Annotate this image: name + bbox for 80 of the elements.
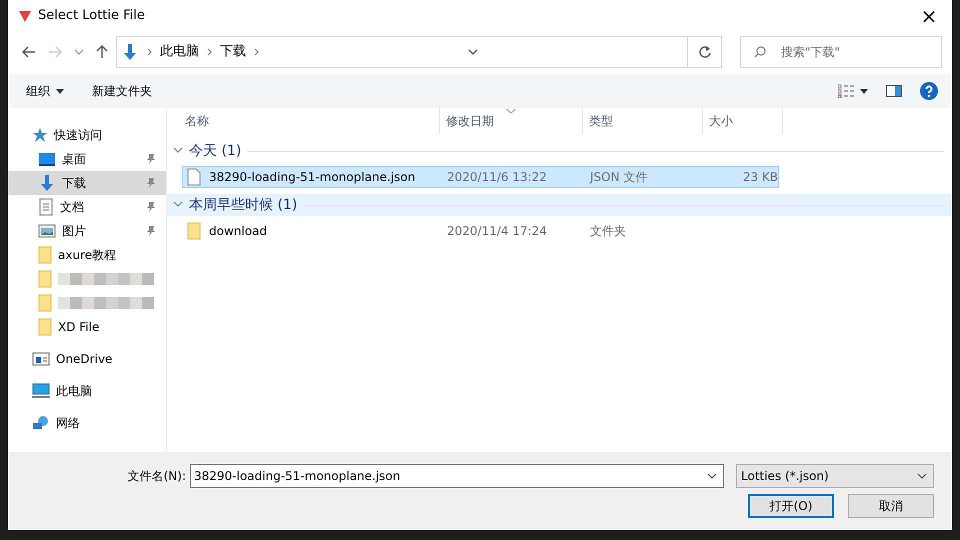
- sidebar-item[interactable]: OneDrive: [8, 347, 166, 371]
- chevron-icon: [254, 48, 259, 56]
- sidebar-item[interactable]: 快速访问: [8, 123, 166, 147]
- sidebar-item[interactable]: 此电脑: [8, 379, 166, 403]
- details-view-icon: [838, 84, 854, 98]
- modified-date: 2020/11/4 17:24: [447, 224, 547, 238]
- close-button[interactable]: ×: [906, 0, 952, 32]
- group-header[interactable]: 本周早些时候 (1): [167, 194, 952, 216]
- download-arrow-icon: [121, 43, 139, 61]
- chevron-down-icon: [707, 473, 717, 479]
- folder-icon: [187, 222, 201, 240]
- pin-icon: [146, 225, 156, 237]
- address-bar[interactable]: 此电脑 下载: [116, 36, 722, 68]
- group-title: 今天 (1): [189, 142, 242, 160]
- app-icon: [18, 9, 32, 23]
- search-icon: [754, 46, 766, 58]
- onedrive-window-icon: [32, 351, 50, 367]
- back-arrow-icon: [22, 46, 36, 58]
- file-type: 文件夹: [590, 224, 626, 238]
- forward-arrow-icon: [48, 46, 62, 58]
- breadcrumb[interactable]: 此电脑: [160, 42, 199, 62]
- cancel-button[interactable]: 取消: [848, 494, 934, 518]
- group-title: 本周早些时候 (1): [189, 196, 298, 214]
- file-size: 23 KB: [742, 170, 778, 184]
- sort-caret-icon: [506, 109, 516, 114]
- up-arrow-icon: [96, 45, 108, 59]
- chevron-down-icon: [173, 147, 183, 155]
- desktop-icon: [38, 152, 56, 166]
- filename-field[interactable]: 38290-loading-51-monoplane.json: [190, 464, 724, 488]
- file-name: download: [209, 223, 268, 240]
- breadcrumb[interactable]: 下载: [220, 42, 246, 62]
- sidebar-item[interactable]: XD File: [8, 315, 166, 339]
- chevron-down-icon: [468, 49, 478, 55]
- chevron-down-icon: [74, 49, 84, 55]
- column-header[interactable]: 大小: [703, 108, 783, 134]
- chevron-down-icon: [173, 201, 183, 209]
- group-header[interactable]: 今天 (1): [167, 140, 952, 162]
- refresh-icon: [698, 45, 712, 59]
- organize-button[interactable]: 组织: [26, 82, 64, 100]
- computer-icon: [32, 383, 50, 399]
- window-title: Select Lottie File: [38, 7, 145, 26]
- sidebar-item[interactable]: 图片: [8, 219, 166, 243]
- pin-star-icon: [32, 127, 48, 143]
- file-row[interactable]: 38290-loading-51-monoplane.json 2020/11/6 13:22 JSON 文件 23 KB: [182, 166, 779, 188]
- pin-icon: [146, 177, 156, 189]
- chevron-down-icon: [917, 473, 927, 479]
- sidebar-item[interactable]: 网络: [8, 411, 166, 435]
- file-type-dropdown[interactable]: Lotties (*.json): [736, 464, 934, 488]
- sidebar-item[interactable]: 下载: [8, 171, 166, 195]
- view-menu-button[interactable]: [838, 84, 868, 98]
- column-header[interactable]: 类型: [583, 108, 703, 134]
- preview-pane-icon[interactable]: [886, 85, 902, 97]
- column-header[interactable]: 修改日期: [440, 108, 583, 134]
- file-type: JSON 文件: [590, 170, 648, 184]
- search-field[interactable]: 搜索"下载": [740, 36, 942, 68]
- sidebar-item[interactable]: 桌面: [8, 147, 166, 171]
- column-header[interactable]: 名称: [167, 108, 440, 134]
- chevron-icon: [207, 48, 212, 56]
- pin-icon: [146, 201, 156, 213]
- help-icon[interactable]: [920, 82, 938, 100]
- new-folder-button[interactable]: 新建文件夹: [92, 82, 152, 100]
- document-icon: [38, 198, 54, 216]
- sidebar-item[interactable]: 文档: [8, 195, 166, 219]
- sidebar-item[interactable]: axure教程: [8, 243, 166, 267]
- folder-icon: [38, 318, 52, 336]
- file-name: 38290-loading-51-monoplane.json: [209, 169, 416, 186]
- caret-icon: [860, 88, 868, 94]
- folder-icon: [38, 294, 52, 312]
- caret-icon: [56, 88, 64, 94]
- download-arrow-icon: [38, 174, 56, 192]
- chevron-icon: [147, 48, 152, 56]
- pictures-icon: [38, 224, 56, 238]
- file-row[interactable]: download 2020/11/4 17:24 文件夹: [182, 220, 779, 242]
- folder-icon: [38, 246, 52, 264]
- file-icon: [187, 168, 201, 186]
- pin-icon: [146, 153, 156, 165]
- filename-label: 文件名(N):: [128, 468, 186, 485]
- open-button[interactable]: 打开(O): [748, 494, 834, 518]
- modified-date: 2020/11/6 13:22: [447, 170, 547, 184]
- folder-icon: [38, 270, 52, 288]
